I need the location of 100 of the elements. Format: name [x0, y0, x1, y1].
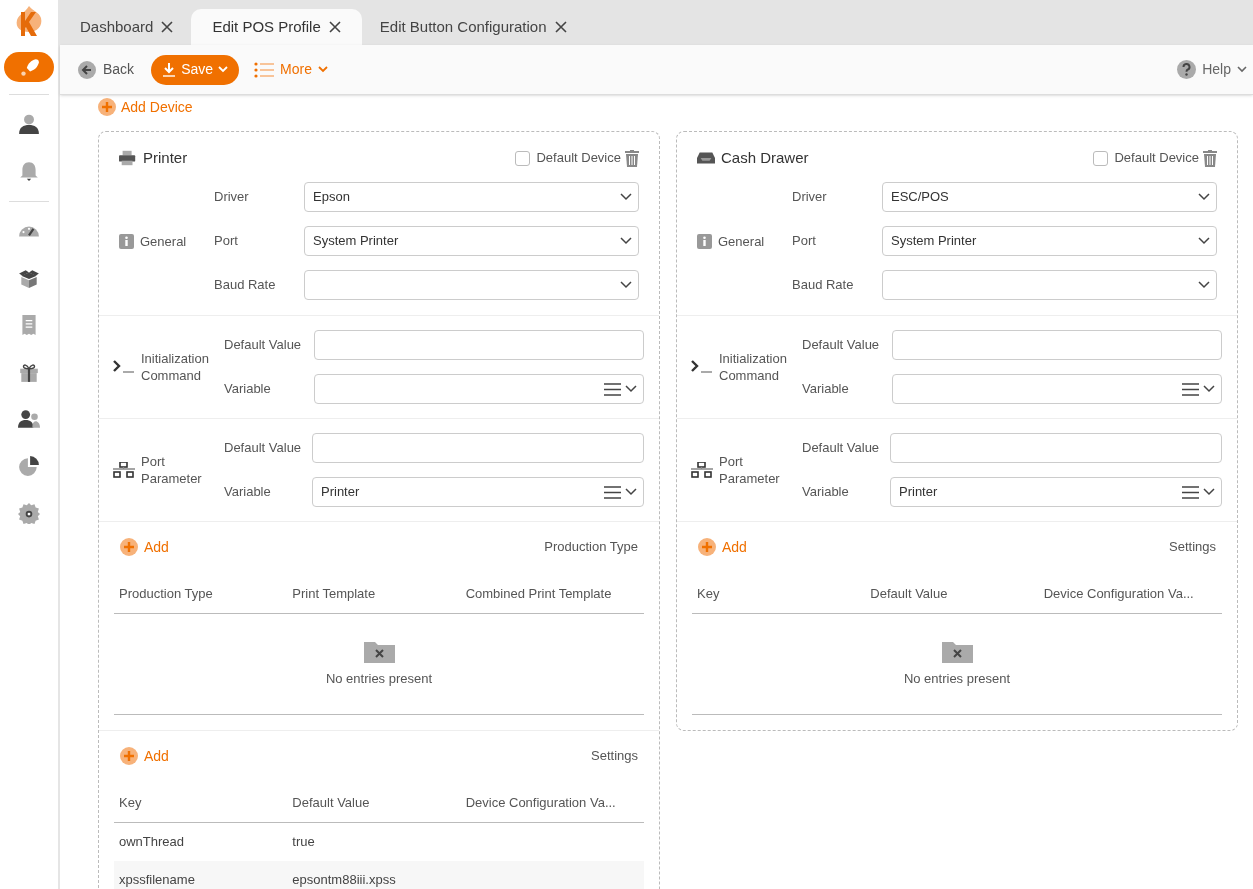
caret-icon [1237, 66, 1247, 73]
chevron-down-icon [625, 385, 637, 393]
add-icon [120, 538, 138, 556]
checkbox-label: Default Device [536, 149, 621, 168]
section-label: General [140, 232, 187, 250]
column-header: Device Configuration Va... [1043, 585, 1195, 603]
list-icon [1182, 485, 1199, 499]
tab[interactable]: Edit Button Configuration [361, 9, 585, 45]
select-field[interactable]: ESC/POS [882, 182, 1217, 212]
chevron-down-icon [625, 488, 637, 496]
input-field[interactable] [890, 433, 1222, 463]
device-title: Printer [143, 147, 188, 168]
device-title: Cash Drawer [721, 147, 809, 168]
select-field[interactable]: Epson [304, 182, 639, 212]
empty-message: No entries present [903, 669, 1011, 688]
column-header: Default Value [292, 794, 371, 812]
checkbox[interactable] [515, 150, 531, 166]
section-label: Port Parameter [719, 453, 781, 487]
select-field[interactable] [314, 374, 644, 404]
field-label: Default Value [802, 336, 881, 355]
field-label: Baud Rate [214, 276, 277, 295]
chevron-down-icon [1198, 237, 1210, 245]
input-field[interactable] [312, 433, 644, 463]
input-field[interactable] [314, 330, 644, 360]
select-field[interactable]: System Printer [304, 226, 639, 256]
table-cell-text: ownThread [119, 832, 186, 851]
input-field[interactable] [892, 330, 1222, 360]
table-cell-text: epsontm88iii.xpss [292, 870, 397, 889]
gear-icon [18, 502, 40, 524]
terminal-icon [691, 359, 713, 375]
tab[interactable]: Dashboard [62, 9, 192, 45]
terminal-icon [113, 359, 135, 375]
close-icon [554, 21, 567, 33]
list-icon [604, 382, 621, 396]
select-field[interactable]: System Printer [882, 226, 1217, 256]
chevron-down-icon [620, 193, 632, 201]
trash-icon [625, 149, 639, 167]
field-label: Variable [224, 380, 272, 399]
tray-icon [697, 150, 715, 166]
user-icon [18, 113, 40, 135]
checkbox-label: Default Device [1114, 149, 1199, 168]
rocket-icon [18, 56, 40, 78]
field-label: Port [792, 232, 817, 251]
trash-icon [1203, 149, 1217, 167]
back-button[interactable]: Back [78, 59, 135, 80]
list-icon [604, 485, 621, 499]
arrow-left-icon [78, 60, 96, 79]
users-icon [18, 408, 40, 430]
network-icon [113, 462, 135, 478]
info-icon [697, 233, 712, 249]
bell-icon [18, 160, 40, 182]
help-button[interactable]: Help [1177, 59, 1247, 80]
table-cell-text: true [292, 832, 316, 851]
field-label: Driver [214, 188, 250, 207]
field-label: Variable [224, 483, 272, 502]
select-field[interactable] [304, 270, 639, 300]
select-field[interactable]: Printer [890, 477, 1222, 507]
info-icon [119, 233, 134, 249]
caret-icon [317, 66, 328, 73]
close-icon [328, 21, 341, 33]
field-label: Default Value [224, 336, 303, 355]
tab[interactable]: Edit POS Profile [191, 9, 362, 45]
add-icon [120, 747, 138, 765]
table-title: Settings [591, 747, 638, 766]
select-field[interactable]: Printer [312, 477, 644, 507]
field-label: Default Value [802, 439, 881, 458]
checkbox[interactable] [1093, 150, 1109, 166]
download-icon [162, 61, 177, 78]
select-field[interactable] [892, 374, 1222, 404]
field-label: Baud Rate [792, 276, 855, 295]
section-label: Initialization Command [141, 350, 210, 384]
open-box-icon [18, 267, 40, 289]
chevron-down-icon [1203, 488, 1215, 496]
table-title: Production Type [544, 538, 638, 557]
chevron-down-icon [620, 281, 632, 289]
select-field[interactable] [882, 270, 1217, 300]
empty-folder-icon [941, 639, 973, 663]
chevron-down-icon [620, 237, 632, 245]
chevron-down-icon [1198, 281, 1210, 289]
column-header: Default Value [870, 585, 949, 603]
field-label: Driver [792, 188, 828, 207]
list-icon [1182, 382, 1199, 396]
pie-chart-icon [18, 455, 40, 477]
empty-folder-icon [363, 639, 395, 663]
add-icon [98, 98, 116, 116]
section-label: General [718, 232, 765, 250]
gift-icon [18, 361, 40, 383]
chevron-down-icon [1203, 385, 1215, 393]
column-header: Combined Print Template [465, 585, 613, 603]
printer-icon [119, 150, 137, 166]
column-header: Key [119, 794, 143, 812]
section-label: Port Parameter [141, 453, 203, 487]
field-label: Default Value [224, 439, 303, 458]
table-title: Settings [1169, 538, 1216, 557]
network-icon [691, 462, 713, 478]
column-header: Device Configuration Va... [465, 794, 617, 812]
close-icon [161, 21, 174, 33]
help-icon [1177, 60, 1197, 79]
field-label: Port [214, 232, 239, 251]
field-label: Variable [802, 483, 850, 502]
